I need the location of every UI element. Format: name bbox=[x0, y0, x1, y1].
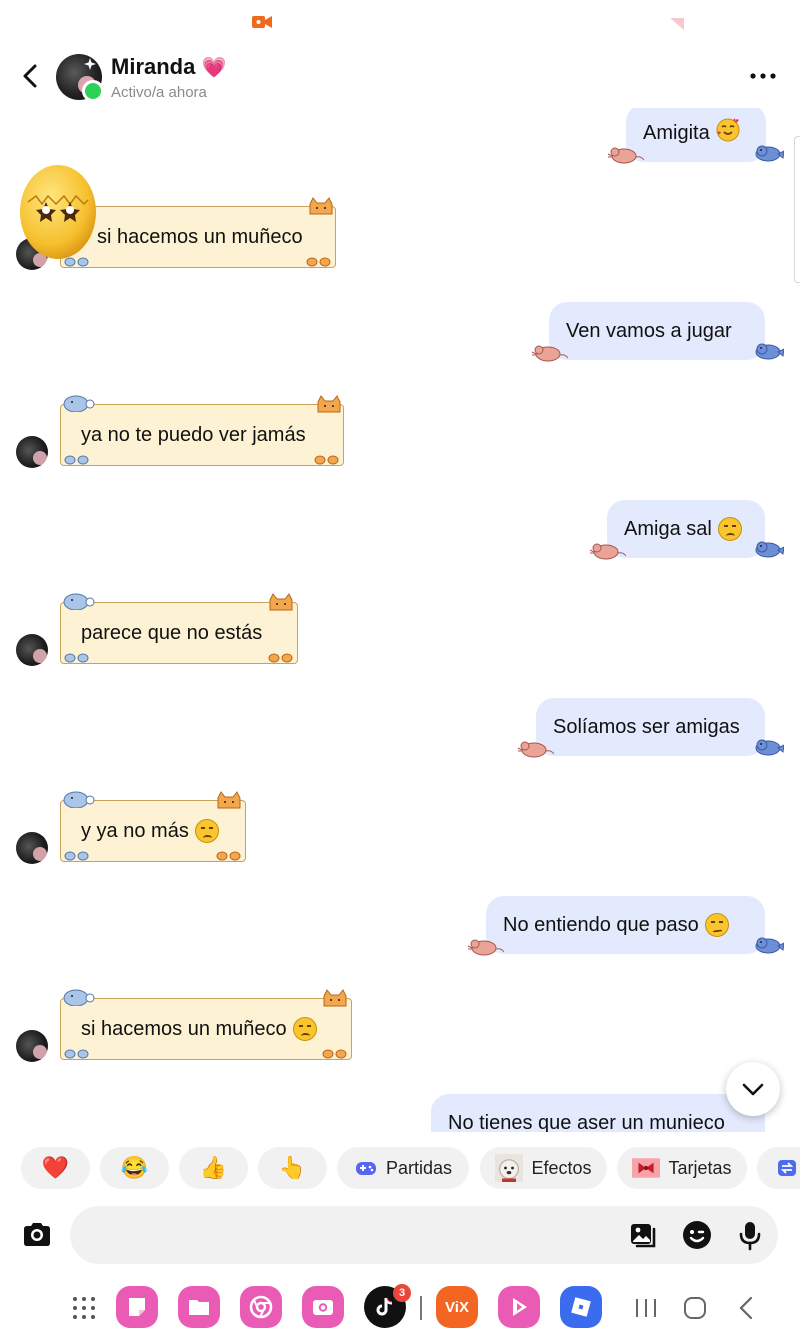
message-input[interactable] bbox=[70, 1206, 778, 1264]
app-drawer-icon[interactable] bbox=[70, 1294, 98, 1322]
home-button[interactable] bbox=[682, 1295, 708, 1321]
partidas-button[interactable]: Partidas bbox=[337, 1147, 469, 1189]
dock-divider bbox=[420, 1296, 422, 1320]
vix-app-icon[interactable]: ViX bbox=[436, 1286, 478, 1328]
quick-actions-bar: ❤️ 😂 👍 👆 Partidas Efectos Tarjetas bbox=[0, 1144, 800, 1192]
pink-heart-emoji: 💗 bbox=[201, 57, 227, 79]
message-outgoing[interactable]: Solíamos ser amigas bbox=[536, 698, 765, 756]
message-outgoing[interactable]: Amiga sal bbox=[607, 500, 765, 558]
message-incoming[interactable]: si hacemos un muñeco bbox=[60, 998, 352, 1060]
chevron-down-icon bbox=[742, 1083, 764, 1096]
contact-small-avatar[interactable] bbox=[16, 1030, 48, 1062]
paws-sticker-icon bbox=[216, 851, 241, 861]
gamepad-icon bbox=[355, 1162, 376, 1175]
seal-sticker-icon bbox=[755, 739, 784, 756]
message-incoming[interactable]: si hacemos un muñeco bbox=[60, 206, 336, 268]
notification-badge: 3 bbox=[393, 1284, 411, 1302]
disappointed-face-emoji bbox=[292, 1017, 317, 1041]
blue-seal-sticker-icon bbox=[63, 593, 95, 610]
mouse-sticker-icon bbox=[589, 543, 626, 560]
contact-small-avatar[interactable] bbox=[16, 436, 48, 468]
blue-seal-sticker-icon bbox=[63, 791, 95, 808]
contact-small-avatar[interactable] bbox=[16, 832, 48, 864]
message-outgoing[interactable]: Amigita bbox=[626, 108, 766, 162]
blue-paws-sticker-icon bbox=[64, 1049, 89, 1059]
blue-seal-sticker-icon bbox=[63, 395, 95, 412]
blue-paws-sticker-icon bbox=[64, 653, 89, 663]
scroll-to-bottom-button[interactable] bbox=[726, 1062, 780, 1116]
mouse-sticker-icon bbox=[531, 345, 568, 362]
contact-status: Activo/a ahora bbox=[111, 84, 207, 101]
notes-app-icon[interactable] bbox=[116, 1286, 158, 1328]
camera-app-icon[interactable] bbox=[302, 1286, 344, 1328]
gallery-icon[interactable] bbox=[627, 1219, 659, 1251]
mouse-sticker-icon bbox=[467, 939, 504, 956]
efectos-button[interactable]: Efectos bbox=[480, 1147, 607, 1189]
contact-small-avatar[interactable] bbox=[16, 634, 48, 666]
seal-sticker-icon bbox=[755, 145, 784, 162]
message-outgoing[interactable]: Ven vamos a jugar bbox=[549, 302, 765, 360]
reaction-pointing-up-button[interactable]: 👆 bbox=[258, 1147, 327, 1189]
blue-paws-sticker-icon bbox=[64, 455, 89, 465]
seal-sticker-icon bbox=[755, 343, 784, 360]
paws-sticker-icon bbox=[314, 455, 339, 465]
paws-sticker-icon bbox=[268, 653, 293, 663]
smiling-face-with-hearts-emoji bbox=[716, 118, 740, 148]
switch-icon bbox=[778, 1160, 796, 1176]
reaction-heart-button[interactable]: ❤️ bbox=[21, 1147, 90, 1189]
camera-icon[interactable] bbox=[20, 1218, 54, 1252]
message-outgoing[interactable]: No tienes que aser un munieco bbox=[431, 1094, 765, 1132]
reaction-laughing-button[interactable]: 😂 bbox=[100, 1147, 169, 1189]
video-call-icon[interactable] bbox=[252, 14, 272, 30]
contact-name[interactable]: Miranda 💗 bbox=[111, 54, 226, 80]
message-list[interactable]: Amigita si hacemos un muñeco Ven vamos a… bbox=[0, 108, 800, 1132]
cat-sticker-icon bbox=[217, 791, 241, 809]
mouse-sticker-icon bbox=[607, 147, 644, 164]
message-incoming[interactable]: ya no te puedo ver jamás bbox=[60, 404, 344, 466]
paws-sticker-icon bbox=[322, 1049, 347, 1059]
corner-mark-icon bbox=[670, 18, 684, 30]
seal-sticker-icon bbox=[755, 937, 784, 954]
cat-sticker-icon bbox=[309, 197, 333, 215]
egg-star-eyes-sticker[interactable] bbox=[18, 160, 98, 260]
disappointed-face-emoji bbox=[194, 819, 219, 843]
disappointed-face-emoji bbox=[717, 517, 742, 541]
message-incoming[interactable]: parece que no estás bbox=[60, 602, 298, 664]
browser-app-icon[interactable] bbox=[240, 1286, 282, 1328]
mouse-sticker-icon bbox=[517, 741, 554, 758]
reaction-thumbs-up-button[interactable]: 👍 bbox=[179, 1147, 248, 1189]
more-features-button[interactable] bbox=[757, 1147, 800, 1189]
system-back-button[interactable] bbox=[734, 1294, 758, 1322]
seal-sticker-icon bbox=[755, 541, 784, 558]
side-scroll-handle[interactable] bbox=[794, 136, 800, 283]
microphone-icon[interactable] bbox=[734, 1219, 766, 1251]
confused-face-emoji bbox=[704, 913, 729, 937]
online-indicator bbox=[82, 80, 104, 102]
tarjetas-button[interactable]: Tarjetas bbox=[617, 1147, 747, 1189]
dog-effect-icon bbox=[495, 1154, 524, 1182]
cat-sticker-icon bbox=[317, 395, 341, 413]
files-app-icon[interactable] bbox=[178, 1286, 220, 1328]
more-options-icon[interactable] bbox=[748, 64, 778, 88]
roblox-app-icon[interactable] bbox=[560, 1286, 602, 1328]
recent-apps-button[interactable] bbox=[632, 1296, 660, 1320]
sticker-emoji-icon[interactable] bbox=[681, 1219, 713, 1251]
video-player-app-icon[interactable] bbox=[498, 1286, 540, 1328]
paws-sticker-icon bbox=[306, 257, 331, 267]
cat-sticker-icon bbox=[323, 989, 347, 1007]
back-arrow-icon[interactable] bbox=[16, 60, 44, 92]
blue-seal-sticker-icon bbox=[63, 989, 95, 1006]
cat-sticker-icon bbox=[269, 593, 293, 611]
message-outgoing[interactable]: No entiendo que paso bbox=[486, 896, 765, 954]
blue-paws-sticker-icon bbox=[64, 851, 89, 861]
card-bow-icon bbox=[632, 1158, 661, 1178]
